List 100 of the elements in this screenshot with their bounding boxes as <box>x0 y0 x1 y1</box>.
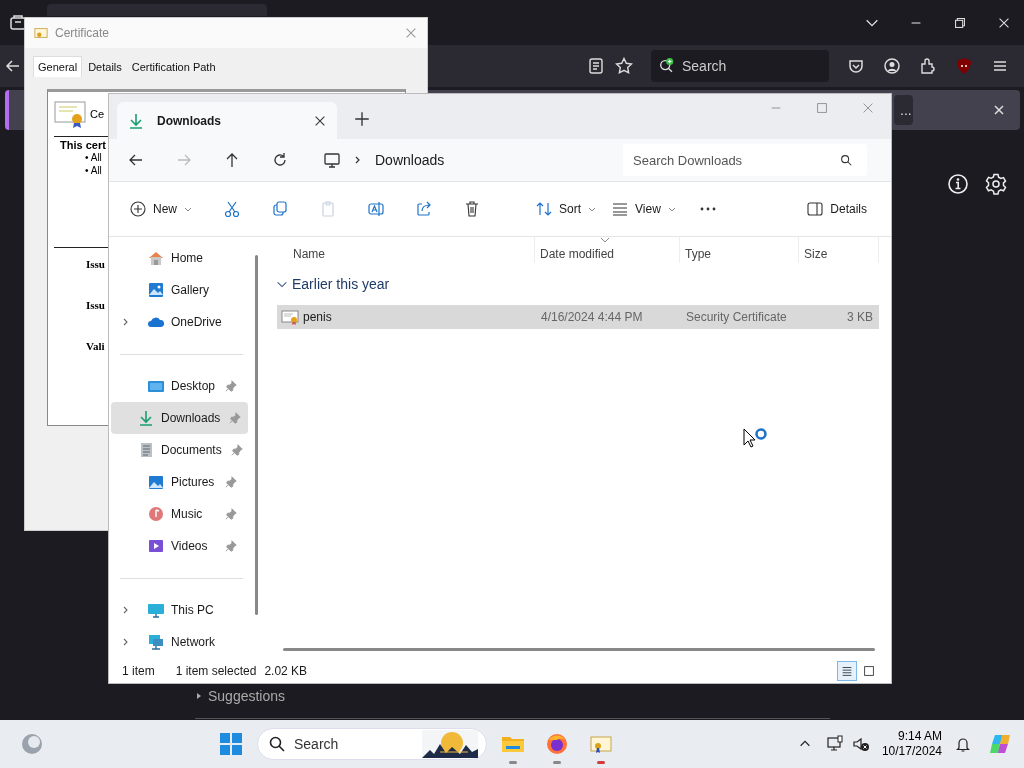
sidebar-item[interactable]: OneDrive <box>111 306 248 338</box>
certificate-file-icon <box>281 308 299 326</box>
image-icon <box>147 473 165 491</box>
new-button[interactable]: New <box>129 196 193 222</box>
column-header[interactable]: Date modified <box>535 237 680 263</box>
sidebar-item[interactable]: This PC <box>111 594 248 626</box>
copy-icon[interactable] <box>271 200 289 218</box>
search-icon <box>658 57 676 75</box>
field-label: Issu <box>86 299 105 311</box>
clock-time[interactable]: 9:14 AM <box>897 729 942 744</box>
pin-icon[interactable] <box>224 475 238 489</box>
item-count: 1 item <box>122 664 155 678</box>
pocket-icon[interactable] <box>847 57 865 75</box>
rename-icon[interactable] <box>367 200 385 218</box>
certificate-icon <box>54 100 86 128</box>
reader-view-icon[interactable] <box>587 57 605 75</box>
network-icon <box>147 633 165 651</box>
file-row[interactable]: penis 4/16/2024 4:44 PM Security Certificate 3 KB <box>277 305 879 329</box>
sidebar-item[interactable]: Home <box>111 242 248 274</box>
pin-icon[interactable] <box>224 539 238 553</box>
details-button[interactable]: Details <box>806 196 867 222</box>
column-header[interactable]: Type <box>680 237 799 263</box>
column-header[interactable]: Size <box>799 237 879 263</box>
square-icon <box>862 664 876 678</box>
search-field[interactable]: Search Downloads <box>623 144 867 176</box>
sort-arrows-icon <box>535 200 553 218</box>
certificate-purpose: This cert <box>60 139 106 151</box>
selection-status: 1 item selected <box>175 664 257 678</box>
search-icon <box>267 735 286 753</box>
search-icon <box>839 153 853 167</box>
view-button[interactable]: View <box>611 196 677 222</box>
refresh-icon[interactable] <box>271 151 289 169</box>
dialog-tab[interactable]: Certification Path <box>127 56 220 77</box>
sidebar-item[interactable]: Downloads <box>111 402 248 434</box>
column-header[interactable]: Name <box>275 237 535 263</box>
trash-icon[interactable] <box>463 200 481 218</box>
settings-icon[interactable] <box>985 173 1007 195</box>
purpose-bullet: • All <box>85 164 102 177</box>
group-header[interactable]: Earlier this year <box>275 263 879 305</box>
details-view-button[interactable] <box>837 661 857 681</box>
sidebar-item[interactable]: Desktop <box>111 370 248 402</box>
network-icon[interactable] <box>825 735 844 753</box>
bell-icon[interactable] <box>954 735 972 753</box>
search-field[interactable]: Search <box>651 50 829 82</box>
clock-date[interactable]: 10/17/2024 <box>881 744 942 759</box>
certificate-heading: Ce <box>90 108 105 120</box>
scissors-icon[interactable] <box>223 200 241 218</box>
sidebar-item[interactable]: Network <box>111 626 248 658</box>
sort-caret-icon <box>600 237 610 243</box>
shield-icon[interactable] <box>955 57 973 75</box>
selection-size: 2.02 KB <box>264 664 308 678</box>
suggestions-label[interactable]: Suggestions <box>208 688 286 704</box>
video-icon <box>147 537 165 555</box>
field-label: Vali <box>86 340 105 352</box>
sidebar-item[interactable]: Music <box>111 498 248 530</box>
sort-button[interactable]: Sort <box>535 196 598 222</box>
browser-icon <box>544 732 569 756</box>
star-icon[interactable] <box>615 57 633 75</box>
type-cell-text: Security Certificate <box>685 310 788 324</box>
sidebar-item[interactable]: Gallery <box>111 274 248 306</box>
dialog-tab[interactable]: General <box>33 56 83 77</box>
tab-overview-icon[interactable] <box>9 13 27 32</box>
search-field[interactable]: Search <box>256 728 487 760</box>
plus-icon[interactable] <box>353 110 371 128</box>
info-icon[interactable] <box>947 173 969 195</box>
more-button[interactable]: ... <box>894 95 913 125</box>
sidebar-item[interactable]: Videos <box>111 530 248 562</box>
start-icon[interactable] <box>218 732 243 756</box>
sidebar-item[interactable]: Pictures <box>111 466 248 498</box>
breadcrumb-item[interactable]: Downloads <box>375 152 445 168</box>
pin-icon[interactable] <box>224 507 238 521</box>
copilot-icon[interactable] <box>988 732 1012 756</box>
scroll-bar[interactable] <box>283 648 875 651</box>
share-icon[interactable] <box>415 200 433 218</box>
pin-icon[interactable] <box>229 443 244 457</box>
field-label: Issu <box>86 258 105 270</box>
explorer-tab[interactable]: Downloads <box>117 102 337 139</box>
tab-label: Downloads <box>157 113 222 128</box>
plus-circle-icon <box>129 200 147 218</box>
download-arrow-icon <box>137 409 155 427</box>
puzzle-piece-icon[interactable] <box>919 57 937 75</box>
monitor-icon <box>323 151 341 169</box>
address-bar[interactable]: Downloads <box>319 144 609 176</box>
file-name: penis <box>303 310 332 324</box>
purpose-bullet: • All <box>85 151 102 164</box>
details-pane-icon <box>806 200 825 218</box>
account-icon[interactable] <box>883 57 901 75</box>
expand-triangle-icon[interactable] <box>195 692 203 700</box>
volume-muted-icon[interactable] <box>851 735 870 753</box>
pin-icon[interactable] <box>224 379 238 393</box>
list-icon <box>840 664 854 678</box>
certificate-icon <box>34 26 48 40</box>
scroll-bar[interactable] <box>255 255 258 615</box>
download-arrow-icon <box>127 111 145 130</box>
dialog-tab[interactable]: Details <box>84 56 126 77</box>
sidebar-item[interactable]: Documents <box>111 434 248 466</box>
house-icon <box>147 249 165 267</box>
music-note-icon <box>147 505 165 523</box>
lines-icon <box>611 200 630 218</box>
date-cell-text: 4/16/2024 4:44 PM <box>540 310 644 324</box>
